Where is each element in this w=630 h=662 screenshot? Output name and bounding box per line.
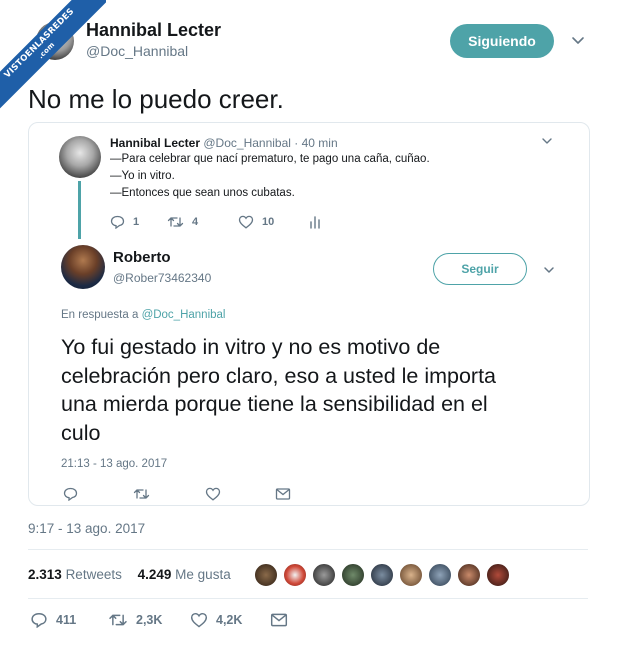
original-header: Hannibal Lecter @Doc_Hannibal · 40 min [110,136,338,150]
reply-context-prefix: En respuesta a [61,309,139,321]
chevron-down-icon [542,138,552,144]
original-like-count: 10 [262,216,275,228]
liker-avatar[interactable] [428,563,452,587]
like-icon [238,215,254,229]
liker-avatar[interactable] [399,563,423,587]
watermark-line1: VISTOENLASREDES [2,6,77,81]
liker-avatar[interactable] [254,563,278,587]
reply-timestamp: 21:13 - 13 ago. 2017 [61,458,168,470]
reply-avatar [61,245,105,289]
liker-avatar[interactable] [457,563,481,587]
reply-text-line: celebración pero claro, eso a usted le i… [61,363,497,388]
retweet-total[interactable]: 2.313 [28,567,62,582]
quoted-screenshot[interactable]: Hannibal Lecter @Doc_Hannibal · 40 min —… [28,122,590,506]
original-time: · 40 min [294,136,338,150]
original-line: —Para celebrar que nací prematuro, te pa… [110,153,430,165]
original-name: Hannibal Lecter [110,136,201,150]
like-icon [190,612,208,628]
like-count: 4,2K [216,613,243,627]
liker-avatar[interactable] [283,563,307,587]
reply-author-name: Roberto [113,249,171,266]
original-like: 10 [238,215,274,229]
original-analytics [309,215,329,229]
tweet-stats: 2.313 Retweets 4.249 Me gusta [28,567,231,582]
divider [28,549,588,550]
reply-text-line: una mierda porque tiene la sensibilidad … [61,392,488,416]
watermark-text: VISTOENLASREDES .com [0,0,106,110]
reply-count: 411 [56,613,77,627]
liker-avatar[interactable] [341,563,365,587]
like-total[interactable]: 4.249 [138,567,172,582]
original-actions: 1 4 10 [110,215,370,231]
tweet-actions: 411 2,3K 4,2K [30,612,330,632]
watermark-ribbon: VISTOENLASREDES .com [0,0,106,110]
retweet-icon [167,217,184,227]
reply-icon [110,215,125,229]
reply-context-handle: @Doc_Hannibal [141,309,226,321]
reply-text-line: Yo fui gestado in vitro y no es motivo d… [61,335,441,359]
retweet-icon [133,489,150,499]
author-name[interactable]: Hannibal Lecter [86,20,221,41]
reply-icon [63,487,78,501]
message-icon [275,488,291,500]
thread-line [78,181,81,239]
original-avatar [59,136,101,178]
liker-avatar[interactable] [312,563,336,587]
retweet-label[interactable]: Retweets [66,567,122,582]
reply-text-line: culo [61,420,101,445]
tweet-timestamp[interactable]: 9:17 - 13 ago. 2017 [28,521,145,536]
divider [28,598,588,599]
liker-avatars [254,563,514,587]
like-icon [205,487,221,501]
original-retweet-count: 4 [192,216,199,228]
direct-message-button[interactable] [270,612,296,628]
reply-actions [63,487,303,503]
retweet-icon [109,614,127,626]
liker-avatar[interactable] [370,563,394,587]
reply-icon [31,612,47,628]
reply-follow-button: Seguir [433,253,527,285]
following-button[interactable]: Siguiendo [450,24,554,58]
analytics-icon [310,216,320,229]
original-retweet: 4 [167,215,198,229]
like-label[interactable]: Me gusta [175,567,231,582]
liker-avatar[interactable] [486,563,510,587]
reply-author-handle: @Rober73462340 [113,271,212,285]
chevron-down-icon [544,267,554,273]
original-line: —Yo in vitro. [110,170,175,182]
message-icon [270,613,288,627]
like-button[interactable]: 4,2K [190,612,242,628]
original-reply: 1 [110,215,139,229]
reply-button[interactable]: 411 [30,612,76,628]
chevron-down-icon[interactable] [570,32,586,48]
reply-text: Yo fui gestado in vitro y no es motivo d… [61,333,581,447]
original-reply-count: 1 [133,216,140,228]
original-line: —Entonces que sean unos cubatas. [110,187,295,199]
original-handle: @Doc_Hannibal [203,136,291,150]
watermark-line2: .com [36,40,57,61]
retweet-button[interactable]: 2,3K [108,612,162,628]
retweet-count: 2,3K [136,613,163,627]
reply-context: En respuesta a @Doc_Hannibal [61,309,225,321]
